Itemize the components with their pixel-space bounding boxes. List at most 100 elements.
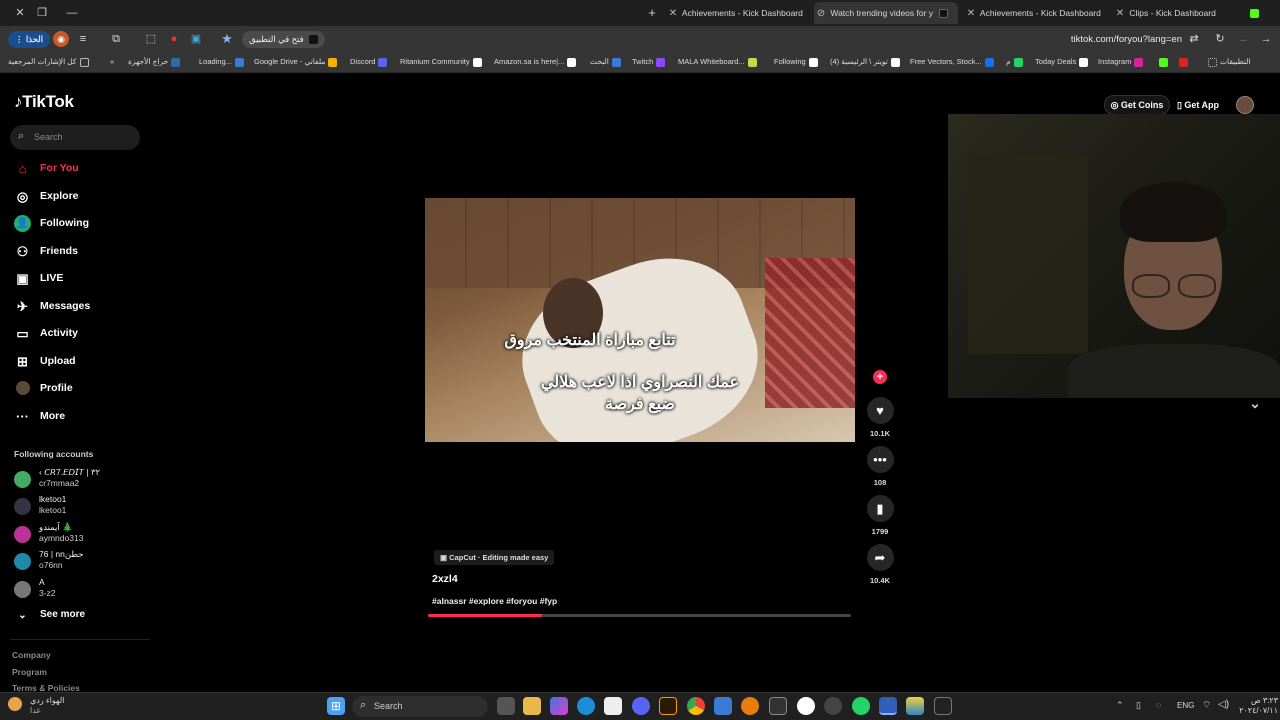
app-circle-icon[interactable] — [797, 697, 815, 715]
browser-tab[interactable]: ✕ Achievements - Kick Dashboard — [666, 2, 812, 24]
nav-activity[interactable]: ▭ Activity — [12, 322, 142, 344]
forward-icon[interactable]: ← — [1236, 31, 1252, 47]
clock-time[interactable]: ٣:٢٣ ص — [1238, 696, 1278, 705]
scroll-down-icon[interactable]: ⌄ — [1243, 393, 1267, 413]
nav-explore[interactable]: ◎ Explore — [12, 185, 142, 207]
bookmark-all[interactable]: كل الإشارات المرجعية — [8, 56, 92, 68]
bookmark-amazon-deals[interactable]: Today Deals — [1035, 56, 1091, 68]
whatsapp-icon[interactable] — [852, 697, 870, 715]
bookmark-haraj[interactable]: حراج الأجهزة — [128, 56, 183, 68]
reload-icon[interactable]: ↻ — [1212, 31, 1228, 47]
get-coins-button[interactable]: ◎ Get Coins — [1104, 95, 1170, 115]
bluestacks-icon[interactable] — [906, 697, 924, 715]
bookmark-loading[interactable]: Loading... — [199, 56, 247, 68]
video-player[interactable]: تتابع مباراة المنتخب مروق عمك النصراوي ا… — [425, 198, 855, 442]
file-explorer-icon[interactable] — [523, 697, 541, 715]
task-view-icon[interactable] — [497, 697, 515, 715]
browser-tab[interactable]: ✕ Achievements - Kick Dashboard — [964, 2, 1110, 24]
extensions-icon[interactable]: ⧉ — [108, 31, 124, 47]
bookmark-discord[interactable]: Discord — [350, 56, 390, 68]
bookmark-following[interactable]: Following — [774, 56, 821, 68]
close-tab-icon[interactable]: ✕ — [1113, 3, 1127, 24]
chrome-icon[interactable] — [687, 697, 705, 715]
tray-icon[interactable]: ◌ — [1156, 700, 1161, 710]
following-account[interactable]: 76 | nnحطن o76nn — [12, 549, 142, 575]
following-account[interactable]: آيمندو 🎄 aymndo313 — [12, 522, 142, 548]
bookmark-freepik[interactable]: Free Vectors, Stock... — [910, 56, 997, 68]
video-progress-bar[interactable] — [428, 614, 851, 617]
share-action[interactable]: ➦ 10.4K — [866, 544, 894, 585]
search-placeholder[interactable]: Search — [34, 132, 63, 142]
nav-messages[interactable]: ✈ Messages — [12, 295, 142, 317]
illustrator-icon[interactable] — [659, 697, 677, 715]
edge-icon[interactable] — [577, 697, 595, 715]
windows-start-icon[interactable]: ⊞ — [327, 697, 345, 715]
browser-tab[interactable]: ✕ Clips - Kick Dashboard — [1113, 2, 1259, 24]
profile-button[interactable]: ⋮ الحذا — [8, 31, 51, 48]
nav-more[interactable]: ··· More — [12, 405, 142, 427]
user-avatar[interactable] — [1236, 96, 1254, 114]
extension-red-icon[interactable]: ● — [166, 31, 182, 47]
wifi-icon[interactable]: ⌔ — [1202, 699, 1211, 712]
bookmark-twitter-home[interactable]: (4) تويتر \ الرئيسية — [830, 56, 903, 68]
active-app-icon[interactable] — [879, 697, 897, 715]
bookmark-whiteboard[interactable]: MALA Whiteboard... — [678, 56, 760, 68]
following-account[interactable]: A 3-z2 — [12, 577, 142, 603]
obs-icon[interactable] — [824, 697, 842, 715]
site-settings-icon[interactable]: ⇄ — [1186, 31, 1202, 47]
epic-games-icon[interactable] — [934, 697, 952, 715]
close-window-icon[interactable]: ✕ — [10, 4, 30, 22]
footer-program[interactable]: Program — [12, 667, 47, 677]
browser-tab-active[interactable]: ⊘ Watch trending videos for y — [814, 2, 958, 24]
volume-icon[interactable]: ◁) — [1218, 699, 1229, 710]
store-icon[interactable] — [604, 697, 622, 715]
chevron-up-icon[interactable]: ⌃ — [1116, 700, 1124, 711]
bookmark-youtube[interactable] — [1176, 56, 1191, 68]
bookmark-apps[interactable]: التطبيقات — [1205, 56, 1250, 68]
follow-plus-button[interactable]: + — [873, 370, 887, 384]
more-bookmarks-icon[interactable]: « — [110, 56, 114, 68]
taskbar-search[interactable]: ⌕ Search — [352, 696, 488, 717]
bookmark-ritanium[interactable]: Ritanium Community — [400, 56, 485, 68]
weather-label[interactable]: الهواء ردي — [30, 696, 64, 705]
open-in-app-button[interactable]: فتح في التطبيق — [242, 31, 326, 48]
nav-upload[interactable]: ⊞ Upload — [12, 350, 142, 372]
screenshot-icon[interactable]: ⬚ — [143, 31, 159, 47]
capcut-badge[interactable]: ▣ CapCut · Editing made easy — [434, 550, 555, 565]
following-account[interactable]: lketoo1 lketoo1 — [12, 494, 142, 520]
get-app-button[interactable]: ▯ Get App — [1172, 95, 1224, 115]
discord-icon[interactable] — [632, 697, 650, 715]
address-bar[interactable]: tiktok.com/foryou?lang=en — [980, 34, 1182, 45]
new-tab-button[interactable]: + — [642, 4, 662, 22]
calendar-icon[interactable] — [769, 697, 787, 715]
bookmark-star-icon[interactable]: ★ — [219, 31, 235, 47]
nav-for-you[interactable]: ⌂ For You — [12, 157, 142, 179]
footer-company[interactable]: Company — [12, 650, 51, 660]
close-tab-icon[interactable]: ✕ — [964, 3, 978, 24]
nav-following[interactable]: 👤 Following — [12, 212, 142, 234]
save-action[interactable]: ▮ 1799 — [866, 495, 894, 536]
video-author[interactable]: 2xzl4 — [432, 573, 458, 585]
bookmark-search[interactable]: البحث — [590, 56, 624, 68]
see-more-button[interactable]: ⌄ See more — [12, 604, 142, 626]
bookmark-amazon[interactable]: Amazon.sa is here|... — [494, 56, 579, 68]
search-box[interactable]: ⌕ Search — [10, 125, 140, 150]
bookmark-whatsapp[interactable]: م — [1006, 56, 1026, 68]
tiktok-logo[interactable]: ♪TikTok — [14, 92, 74, 112]
following-account[interactable]: ‹ 𝘊𝘙7.𝘌𝘋𝘐𝘛 | ٣٢ cr7mmaa2 — [12, 467, 142, 493]
avatar-icon[interactable]: ◉ — [53, 31, 69, 47]
back-icon[interactable]: → — [1258, 31, 1274, 47]
language-indicator[interactable]: ENG — [1177, 701, 1194, 710]
video-hashtags[interactable]: #alnassr #explore #foryou #fyp — [432, 596, 557, 606]
device-icon[interactable]: ▯ — [1136, 700, 1141, 711]
bookmark-kick[interactable] — [1156, 56, 1171, 68]
minimize-window-icon[interactable]: — — [62, 4, 82, 22]
copilot-icon[interactable] — [550, 697, 568, 715]
bookmark-twitch[interactable]: Twitch — [632, 56, 668, 68]
reading-list-icon[interactable]: ≡ — [75, 31, 91, 47]
mute-tab-icon[interactable]: ⊘ — [814, 3, 828, 24]
blender-icon[interactable] — [741, 697, 759, 715]
nav-profile[interactable]: Profile — [12, 377, 142, 399]
footer-terms[interactable]: Terms & Policies — [12, 683, 80, 691]
mail-icon[interactable] — [714, 697, 732, 715]
